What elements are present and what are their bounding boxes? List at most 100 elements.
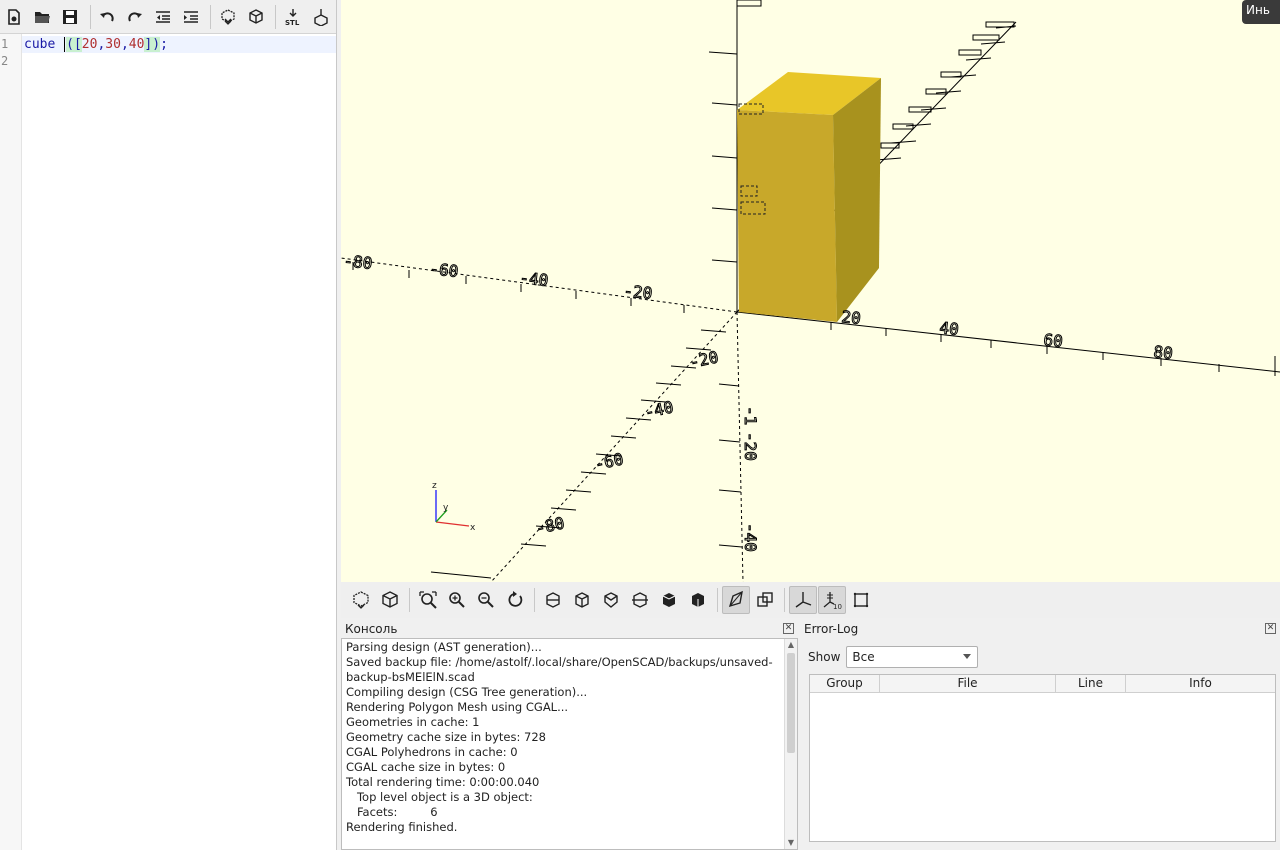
- toolbar-separator: [534, 588, 535, 612]
- render-view-button[interactable]: [376, 586, 404, 614]
- console-panel: Консоль ✕ Parsing design (AST generation…: [341, 620, 798, 850]
- zoom-in-button[interactable]: [443, 586, 471, 614]
- axis-label: -20: [688, 347, 720, 372]
- editor-toolbar: STL: [0, 0, 336, 34]
- preview-button[interactable]: [215, 4, 240, 30]
- undo-icon: [100, 11, 114, 21]
- zoom-out-button[interactable]: [472, 586, 500, 614]
- line-number: 2: [1, 54, 9, 68]
- text-caret: [64, 37, 66, 52]
- error-log-title: Error-Log ✕: [800, 620, 1280, 638]
- open-file-button[interactable]: [30, 4, 55, 30]
- render-cube-icon: [382, 591, 398, 608]
- zoom-out-icon: [478, 592, 494, 608]
- orthogonal-button[interactable]: [751, 586, 779, 614]
- error-log-table[interactable]: Group File Line Info: [809, 674, 1276, 842]
- show-axes-button[interactable]: [789, 586, 817, 614]
- column-header-line[interactable]: Line: [1056, 675, 1126, 692]
- line-number-gutter: 1 2: [0, 34, 22, 850]
- zoom-in-icon: [449, 592, 465, 608]
- toolbar-separator: [275, 4, 277, 29]
- column-header-file[interactable]: File: [880, 675, 1056, 692]
- new-file-button[interactable]: [2, 4, 27, 30]
- openscad-window: STL 1 2 cube ([20,30,40]); 20 40 60 80 -…: [0, 0, 1280, 850]
- code-bracket: ([: [66, 37, 82, 52]
- unindent-icon: [156, 10, 171, 23]
- view-front-button[interactable]: [655, 586, 683, 614]
- console-scrollbar[interactable]: ▲ ▼: [784, 639, 797, 849]
- view-bottom-button[interactable]: [597, 586, 625, 614]
- save-icon: [63, 9, 78, 24]
- view-all-button[interactable]: [414, 586, 442, 614]
- preview-view-button[interactable]: [347, 586, 375, 614]
- render-button[interactable]: [243, 4, 268, 30]
- axis-label: -80: [343, 251, 374, 273]
- close-icon[interactable]: ✕: [1265, 623, 1276, 634]
- console-line: CGAL cache size in bytes: 0: [346, 760, 506, 774]
- save-file-button[interactable]: [58, 4, 83, 30]
- axis-label: 80: [1153, 342, 1174, 363]
- indent-button[interactable]: [178, 4, 203, 30]
- axis-label: -40: [741, 523, 760, 552]
- show-edges-button[interactable]: [847, 586, 875, 614]
- preview-cube-icon: [221, 8, 235, 25]
- code-editor[interactable]: 1 2 cube ([20,30,40]);: [0, 34, 336, 850]
- corner-popup-tag[interactable]: Инь: [1242, 0, 1280, 24]
- view-back-button[interactable]: [684, 586, 712, 614]
- toolbar-separator: [409, 588, 410, 612]
- view-left-button[interactable]: [626, 586, 654, 614]
- code-bracket: ]): [144, 37, 161, 52]
- view-toolbar: 10: [341, 582, 1280, 618]
- scrollbar-thumb[interactable]: [787, 653, 795, 753]
- reset-view-button[interactable]: [501, 586, 529, 614]
- show-filter-select[interactable]: Все: [846, 646, 979, 668]
- cube-left-view-icon: [632, 592, 648, 608]
- axis-label: -60: [429, 259, 460, 281]
- axis-label: -80: [534, 513, 566, 538]
- svg-text:STL: STL: [285, 19, 300, 26]
- redo-button[interactable]: [123, 4, 148, 30]
- close-icon[interactable]: ✕: [783, 623, 794, 634]
- toolbar-separator: [717, 588, 718, 612]
- toolbar-separator: [784, 588, 785, 612]
- console-line: Geometry cache size in bytes: 728: [346, 730, 546, 744]
- perspective-button[interactable]: [722, 586, 750, 614]
- column-header-group[interactable]: Group: [810, 675, 880, 692]
- reset-rotate-icon: [508, 591, 523, 607]
- axis-label: 60: [1043, 330, 1064, 351]
- view-right-button[interactable]: [539, 586, 567, 614]
- 3d-viewport[interactable]: 20 40 60 80 -20 -40 -60 -80 -20 -40 -60 -80 -20 -40 -1…: [341, 0, 1280, 582]
- code-line[interactable]: [22, 53, 336, 70]
- undo-button[interactable]: [95, 4, 120, 30]
- export-stl-button[interactable]: STL: [280, 4, 305, 30]
- cube-right-view-icon: [546, 592, 560, 608]
- printer-icon: [313, 8, 328, 26]
- console-text-area: Parsing design (AST generation)... Saved…: [342, 639, 783, 849]
- code-keyword: cube: [24, 37, 56, 52]
- render-cube-icon: [249, 8, 263, 24]
- y-axis-negative-ticks: [430, 329, 727, 579]
- unindent-button[interactable]: [151, 4, 176, 30]
- console-title: Консоль ✕: [341, 620, 798, 638]
- code-area[interactable]: cube ([20,30,40]);: [22, 34, 336, 850]
- z-axis-negative-ticks: [718, 383, 743, 548]
- cube-front-view-icon: [662, 593, 676, 607]
- send-to-printer-button[interactable]: [308, 4, 333, 30]
- code-line[interactable]: cube ([20,30,40]);: [22, 36, 336, 53]
- edges-icon: [853, 592, 869, 608]
- error-log-header: Group File Line Info: [810, 675, 1275, 693]
- toolbar-separator: [210, 4, 212, 29]
- view-top-button[interactable]: [568, 586, 596, 614]
- axis-label: -60: [593, 449, 625, 474]
- cube-bottom-view-icon: [604, 592, 618, 608]
- cube-front-face: [737, 110, 837, 322]
- code-semicolon: ;: [160, 37, 168, 52]
- axis-label: -1: [741, 406, 760, 425]
- console-output[interactable]: Parsing design (AST generation)... Saved…: [341, 638, 798, 850]
- console-line: Top level object is a 3D object:: [346, 790, 533, 804]
- scroll-up-icon[interactable]: ▲: [785, 639, 797, 651]
- column-header-info[interactable]: Info: [1126, 675, 1275, 692]
- show-scale-markers-button[interactable]: 10: [818, 586, 846, 614]
- x-axis-positive: [736, 311, 1280, 373]
- scroll-down-icon[interactable]: ▼: [785, 837, 797, 849]
